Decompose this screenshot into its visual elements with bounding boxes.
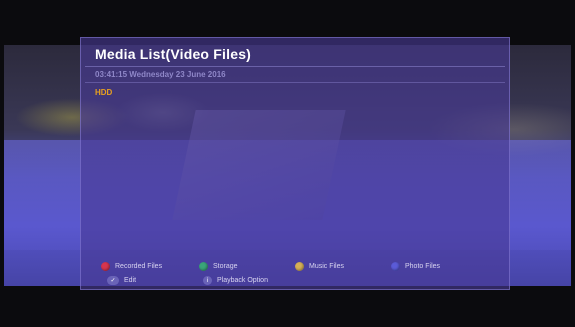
info-icon: i [203, 276, 212, 285]
media-list-panel: Media List(Video Files) 03:41:15 Wednesd… [80, 37, 510, 290]
checkmark-icon: ✓ [107, 276, 119, 285]
music-files-label: Music Files [309, 263, 345, 270]
blue-button-icon [391, 262, 400, 271]
green-button-icon [199, 262, 208, 271]
tv-screen: Media List(Video Files) 03:41:15 Wednesd… [0, 0, 575, 327]
page-title: Media List(Video Files) [95, 46, 252, 62]
edit-key[interactable]: ✓ Edit [107, 276, 136, 285]
yellow-button-icon [295, 262, 304, 271]
green-key-storage[interactable]: Storage [199, 262, 238, 271]
playback-option-key[interactable]: i Playback Option [203, 276, 268, 285]
title-divider [85, 66, 505, 67]
datetime-label: 03:41:15 Wednesday 23 June 2016 [95, 70, 226, 79]
blue-key-photo-files[interactable]: Photo Files [391, 262, 440, 271]
red-button-icon [101, 262, 110, 271]
color-key-legend: Recorded Files Storage Music Files Photo… [85, 256, 505, 287]
edit-label: Edit [124, 277, 137, 284]
list-item-hdd[interactable]: HDD [95, 88, 112, 97]
date-divider [85, 82, 505, 83]
recorded-files-label: Recorded Files [115, 263, 163, 270]
storage-label: Storage [213, 263, 238, 270]
red-key-recorded-files[interactable]: Recorded Files [101, 262, 162, 271]
yellow-key-music-files[interactable]: Music Files [295, 262, 344, 271]
photo-files-label: Photo Files [405, 263, 441, 270]
playback-option-label: Playback Option [217, 277, 268, 284]
